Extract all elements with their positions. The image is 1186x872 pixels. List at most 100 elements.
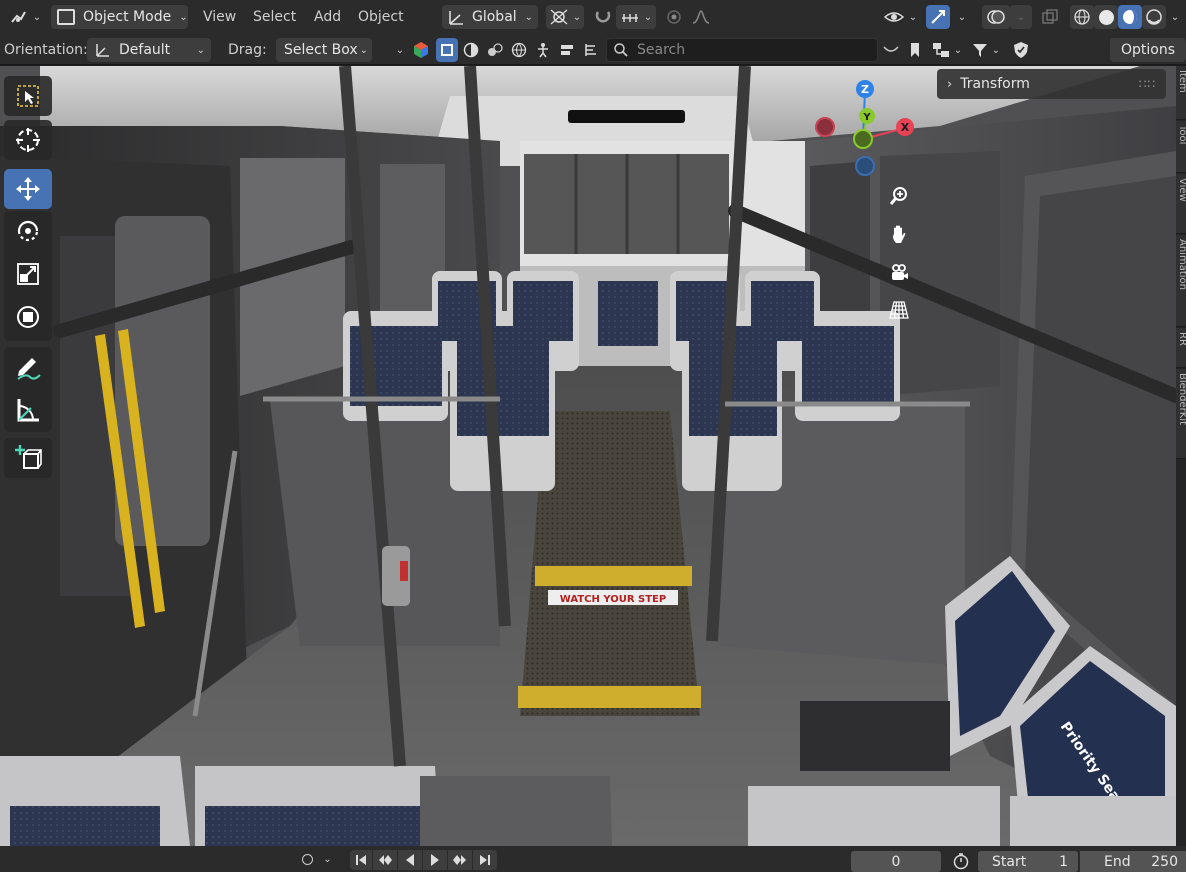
search-field[interactable]: Search xyxy=(606,38,878,62)
chevron-down-icon: ⌄ xyxy=(643,11,653,23)
menu-object[interactable]: Object xyxy=(358,5,404,29)
current-frame-field[interactable]: 0 xyxy=(851,851,941,872)
pivot-point-dropdown[interactable]: ⌄ xyxy=(546,5,584,29)
orientation-axes-icon xyxy=(96,44,109,57)
filter-camera-toggle[interactable] xyxy=(556,38,578,62)
ruler-icon xyxy=(17,399,39,422)
3d-viewport[interactable]: WATCH YOUR STEP Priority Seat Z Y X xyxy=(0,66,1176,846)
next-keyframe-icon xyxy=(453,855,466,865)
play-button[interactable] xyxy=(423,850,447,870)
overlays-icon xyxy=(987,10,1005,24)
mode-selector[interactable]: Object Mode ⌄ xyxy=(51,5,188,29)
next-keyframe-button[interactable] xyxy=(448,850,472,870)
proportional-edit-icon xyxy=(667,10,681,24)
pencil-icon xyxy=(17,358,41,380)
shading-dropdown[interactable]: ⌄ xyxy=(1166,5,1184,29)
filter-armature-toggle[interactable] xyxy=(532,38,554,62)
gizmo-dropdown[interactable]: ⌄ xyxy=(950,5,974,29)
end-frame-field[interactable]: End 250 xyxy=(1080,851,1186,872)
sidebar-tab-view[interactable]: View xyxy=(1176,174,1186,234)
move-tool[interactable] xyxy=(4,169,52,209)
chevron-down-icon: ⌄ xyxy=(359,44,368,56)
snap-target-dropdown[interactable]: ⌄ xyxy=(616,5,656,29)
play-reverse-button[interactable] xyxy=(398,850,422,870)
sidebar-tab-item[interactable]: Item xyxy=(1176,66,1186,120)
filter-meta-toggle[interactable] xyxy=(508,38,530,62)
end-value: 250 xyxy=(1151,853,1178,870)
prev-keyframe-button[interactable] xyxy=(373,850,397,870)
menu-add[interactable]: Add xyxy=(314,5,341,29)
selectability-dropdown[interactable]: ⌄ xyxy=(392,38,408,62)
transform-panel-header[interactable]: › Transform ∷∷ xyxy=(937,69,1166,99)
proportional-falloff-dropdown[interactable] xyxy=(688,5,714,29)
pivot-icon xyxy=(550,9,568,25)
overlays-toggle[interactable] xyxy=(982,5,1010,29)
shading-solid-button[interactable] xyxy=(1094,5,1118,29)
pan-button[interactable] xyxy=(885,220,913,248)
editor-type-button[interactable]: ⌄ xyxy=(6,5,44,29)
zoom-icon xyxy=(889,187,907,205)
shading-material-button[interactable] xyxy=(1118,5,1142,29)
zoom-button[interactable] xyxy=(885,182,913,210)
keyframe-type-dropdown[interactable]: ⌄ xyxy=(296,848,338,870)
drag-label: Drag: xyxy=(228,42,267,58)
shading-rendered-button[interactable] xyxy=(1142,5,1166,29)
rotate-tool[interactable] xyxy=(4,211,52,251)
filter-curve-toggle[interactable] xyxy=(460,38,482,62)
filter-surface-toggle[interactable] xyxy=(484,38,506,62)
measure-tool[interactable] xyxy=(4,390,52,430)
sidebar-tab-blenderkit[interactable]: BlenderKit xyxy=(1176,369,1186,459)
start-frame-field[interactable]: Start 1 xyxy=(978,851,1078,872)
object-type-filter-all[interactable] xyxy=(410,38,432,62)
transform-panel-title: Transform xyxy=(960,76,1030,92)
xray-toggle[interactable] xyxy=(1038,5,1062,29)
drag-dropdown[interactable]: Select Box ⌄ xyxy=(276,38,372,62)
sidebar-tab-tool[interactable]: Tool xyxy=(1176,121,1186,173)
collection-dropdown[interactable]: ⌄ xyxy=(928,38,966,62)
orientation-dropdown[interactable]: Default ⌄ xyxy=(87,38,211,62)
sidebar-tab-animation[interactable]: Animation xyxy=(1176,235,1186,327)
navigation-gizmo[interactable]: Z Y X xyxy=(810,76,920,186)
options-dropdown[interactable]: Options xyxy=(1110,38,1186,62)
jump-end-button[interactable] xyxy=(473,850,497,870)
add-cube-tool[interactable] xyxy=(4,438,52,478)
filter-mesh-toggle[interactable] xyxy=(436,38,458,62)
visibility-dropdown[interactable]: ⌄ xyxy=(880,5,920,29)
person-icon xyxy=(538,43,548,58)
eye-icon xyxy=(883,12,904,22)
scale-tool[interactable] xyxy=(4,254,52,294)
select-box-tool[interactable] xyxy=(4,76,52,116)
transform-orientation-dropdown[interactable]: Global ⌄ xyxy=(442,5,538,29)
arc-icon xyxy=(883,46,899,52)
menu-view[interactable]: View xyxy=(203,5,236,29)
gizmo-neg-z[interactable] xyxy=(855,156,875,176)
transform-tool[interactable] xyxy=(4,297,52,337)
perspective-toggle-button[interactable] xyxy=(885,296,913,324)
hierarchy-icon xyxy=(932,43,949,57)
curve-toggle[interactable] xyxy=(878,38,904,62)
gizmo-neg-y[interactable] xyxy=(853,129,873,149)
tool-settings-header: Orientation: Default ⌄ Drag: Select Box … xyxy=(0,35,1186,65)
bookmark-icon xyxy=(911,43,919,57)
sidebar-tab-rr[interactable]: RR xyxy=(1176,328,1186,368)
shading-wireframe-button[interactable] xyxy=(1070,5,1094,29)
menu-select[interactable]: Select xyxy=(253,5,296,29)
gizmo-toggle[interactable] xyxy=(926,5,950,29)
bookmark-toggle[interactable] xyxy=(904,38,926,62)
filter-other-toggle[interactable] xyxy=(580,38,602,62)
preview-range-toggle[interactable] xyxy=(948,850,974,872)
shield-toggle[interactable] xyxy=(1008,38,1034,62)
drag-handle-icon[interactable]: ∷∷ xyxy=(1139,77,1156,91)
overlays-dropdown[interactable]: ⌄ xyxy=(1010,5,1032,29)
orientation-axes-icon xyxy=(449,11,463,25)
snap-toggle[interactable] xyxy=(590,5,616,29)
gizmo-neg-x[interactable] xyxy=(815,117,835,137)
cursor-tool[interactable] xyxy=(4,120,52,160)
annotate-tool[interactable] xyxy=(4,347,52,387)
jump-start-button[interactable] xyxy=(350,850,372,870)
snap-increment-icon xyxy=(621,14,638,22)
scale-icon xyxy=(17,263,39,285)
filter-dropdown[interactable]: ⌄ xyxy=(968,38,1004,62)
proportional-edit-toggle[interactable] xyxy=(662,5,686,29)
camera-view-button[interactable] xyxy=(885,258,913,286)
